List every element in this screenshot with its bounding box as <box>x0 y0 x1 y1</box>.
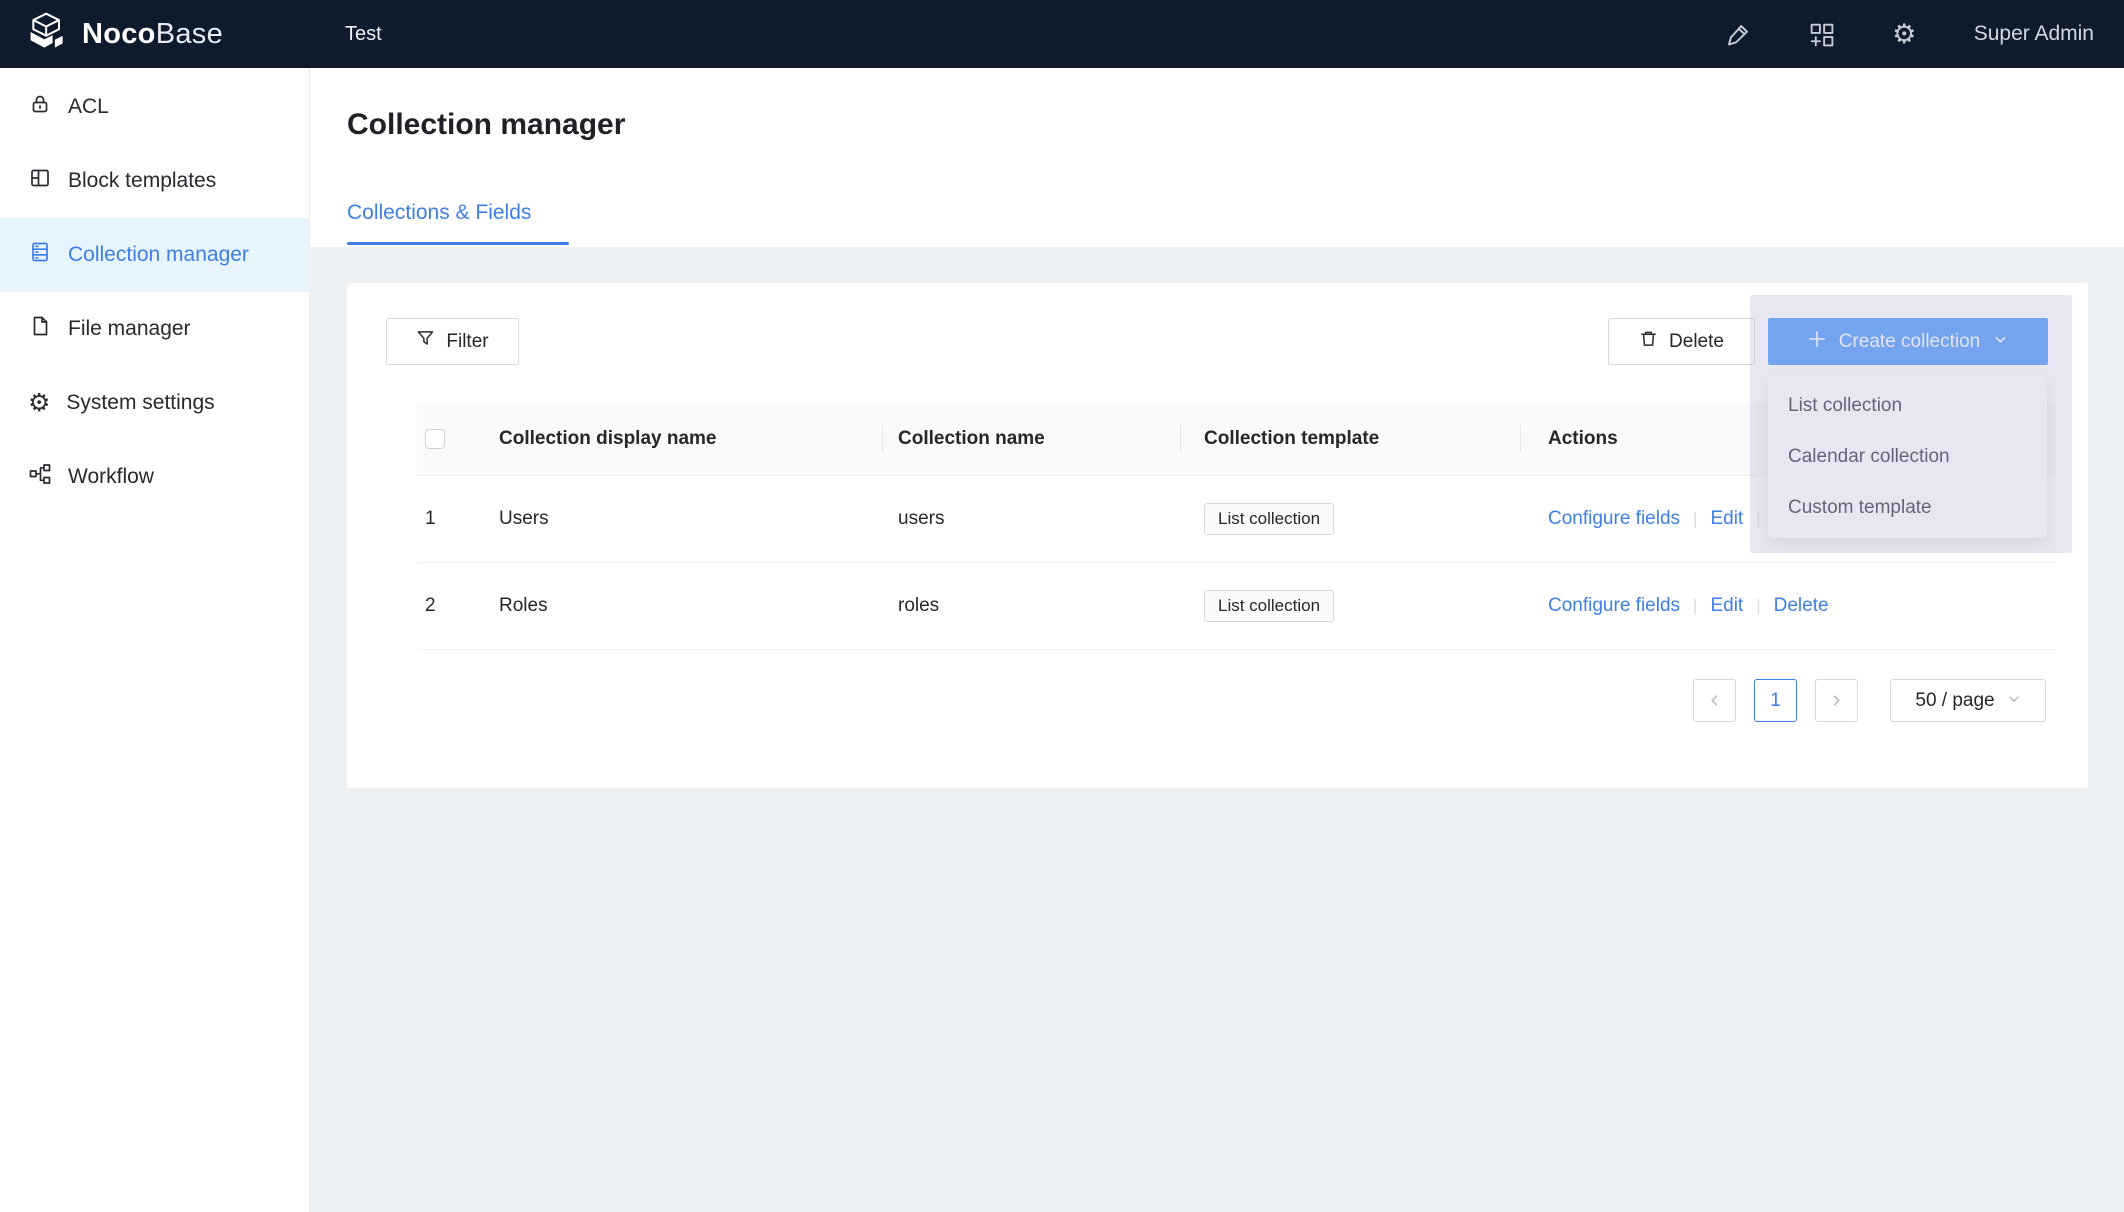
sidebar-item-workflow[interactable]: Workflow <box>0 440 309 514</box>
chevron-down-icon <box>1993 331 2008 353</box>
table-row: 2 Roles roles List collection Configure … <box>417 563 2056 650</box>
sidebar-item-block-templates[interactable]: Block templates <box>0 144 309 218</box>
main-header: Collection manager Collections & Fields <box>310 68 2124 247</box>
lock-icon <box>28 92 52 122</box>
highlighter-icon[interactable] <box>1725 21 1752 48</box>
page-size-value: 50 / page <box>1915 690 1994 712</box>
plus-icon <box>1808 330 1826 354</box>
delete-button-label: Delete <box>1669 331 1724 353</box>
sidebar-item-label: Collection manager <box>68 243 249 267</box>
page-number-button[interactable]: 1 <box>1754 679 1797 722</box>
file-icon <box>28 314 52 344</box>
select-all-checkbox[interactable] <box>425 429 445 449</box>
edit-link[interactable]: Edit <box>1710 508 1743 530</box>
column-header-template: Collection template <box>1180 402 1520 475</box>
cell-display-name: Roles <box>483 595 882 617</box>
logo-text: NocoBase <box>82 18 223 51</box>
edit-link[interactable]: Edit <box>1710 595 1743 617</box>
filter-button-label: Filter <box>446 331 488 353</box>
delete-link[interactable]: Delete <box>1774 595 1829 617</box>
sidebar-item-label: Block templates <box>68 169 216 193</box>
sidebar-item-file-manager[interactable]: File manager <box>0 292 309 366</box>
filter-button[interactable]: Filter <box>386 318 519 365</box>
menu-item-calendar-collection[interactable]: Calendar collection <box>1768 431 2047 482</box>
action-divider: | <box>1693 596 1697 616</box>
workspace-tab-test[interactable]: Test <box>345 23 382 46</box>
configure-fields-link[interactable]: Configure fields <box>1548 595 1680 617</box>
menu-item-list-collection[interactable]: List collection <box>1768 380 2047 431</box>
column-header-display-name: Collection display name <box>483 402 882 475</box>
configure-fields-link[interactable]: Configure fields <box>1548 508 1680 530</box>
cell-template: List collection <box>1180 590 1520 622</box>
sidebar-item-label: ACL <box>68 95 109 119</box>
select-all-cell <box>417 402 483 475</box>
tab-active-underline <box>347 242 569 245</box>
action-divider: | <box>1756 596 1760 616</box>
create-collection-label: Create collection <box>1839 331 1981 353</box>
next-page-button[interactable] <box>1815 679 1858 722</box>
chevron-down-icon <box>2007 690 2021 712</box>
cell-collection-name: users <box>882 508 1180 530</box>
action-divider: | <box>1693 509 1697 529</box>
column-header-name: Collection name <box>882 402 1180 475</box>
create-collection-dropdown: List collection Calendar collection Cust… <box>1768 375 2047 538</box>
layout-icon <box>28 166 52 196</box>
sidebar-item-system-settings[interactable]: ⚙ System settings <box>0 366 309 440</box>
logo: NocoBase <box>0 10 310 59</box>
create-collection-button[interactable]: Create collection <box>1768 318 2048 365</box>
settings-icon[interactable]: ⚙ <box>1891 21 1918 48</box>
database-icon <box>28 240 52 270</box>
prev-page-button[interactable] <box>1693 679 1736 722</box>
filter-funnel-icon <box>416 329 435 354</box>
gear-icon: ⚙ <box>28 390 50 417</box>
cell-collection-name: roles <box>882 595 1180 617</box>
action-divider: | <box>1756 509 1760 529</box>
page-title: Collection manager <box>347 108 625 142</box>
row-index: 2 <box>417 595 483 617</box>
template-tag: List collection <box>1204 503 1334 535</box>
plugin-add-icon[interactable] <box>1808 21 1835 48</box>
tab-collections-and-fields[interactable]: Collections & Fields <box>347 201 531 225</box>
topbar: NocoBase Test ⚙ Super Admin <box>0 0 2124 68</box>
template-tag: List collection <box>1204 590 1334 622</box>
cell-display-name: Users <box>483 508 882 530</box>
delete-button[interactable]: Delete <box>1608 318 1755 365</box>
pagination: 1 50 / page <box>1693 679 2046 722</box>
sidebar-item-collection-manager[interactable]: Collection manager <box>0 218 309 292</box>
sidebar-item-acl[interactable]: ACL <box>0 70 309 144</box>
sidebar-item-label: Workflow <box>68 465 154 489</box>
nocobase-cube-icon <box>26 10 70 59</box>
current-user[interactable]: Super Admin <box>1974 22 2094 46</box>
cell-actions: Configure fields | Edit | Delete <box>1520 595 2056 617</box>
sidebar-item-label: File manager <box>68 317 191 341</box>
sidebar-item-label: System settings <box>66 391 214 415</box>
menu-item-custom-template[interactable]: Custom template <box>1768 482 2047 533</box>
page-size-select[interactable]: 50 / page <box>1890 679 2046 722</box>
cell-template: List collection <box>1180 503 1520 535</box>
row-index: 1 <box>417 508 483 530</box>
trash-icon <box>1639 329 1658 354</box>
sidebar: ACL Block templates Collection manager <box>0 68 310 1212</box>
partition-icon <box>28 462 52 492</box>
topbar-right: ⚙ Super Admin <box>1725 21 2124 48</box>
